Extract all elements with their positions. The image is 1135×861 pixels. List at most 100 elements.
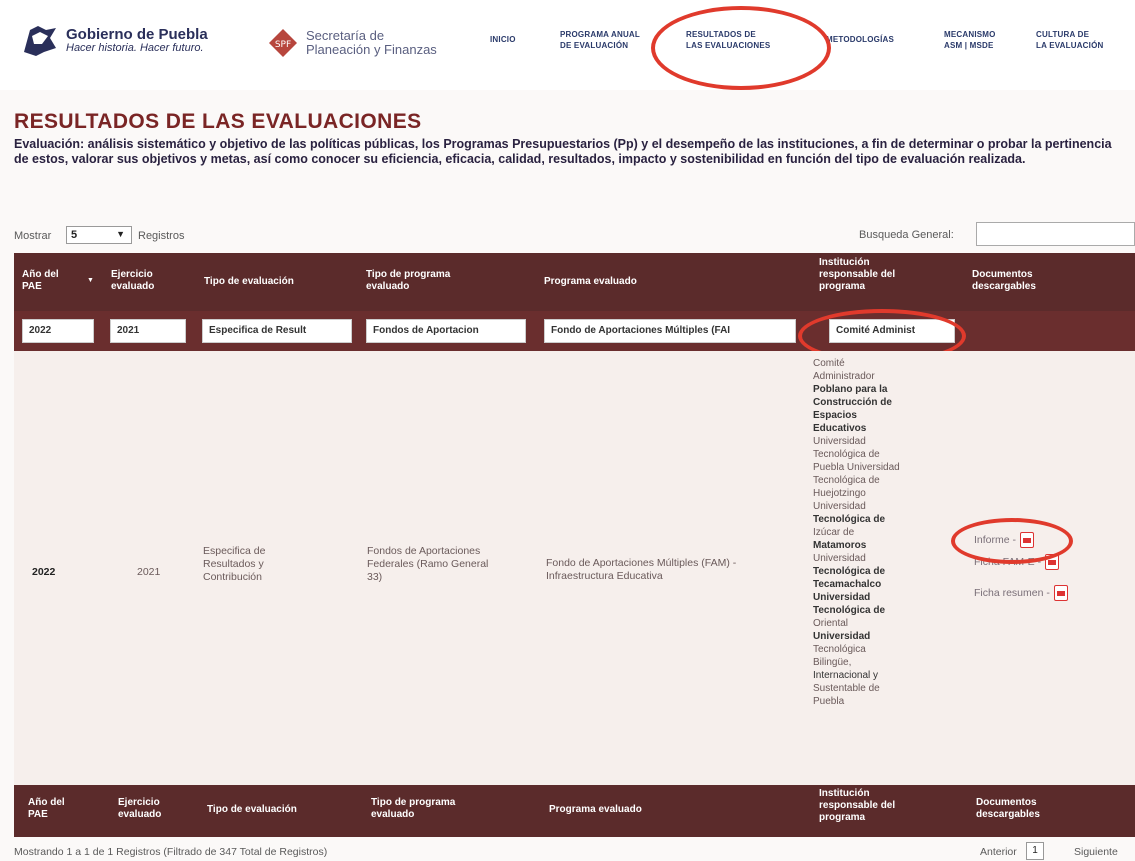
col-program-header[interactable]: Programa evaluado <box>544 276 637 288</box>
th-line: Ejercicio <box>111 269 153 280</box>
cell-year: 2022 <box>32 566 56 578</box>
institution-line: Universidad <box>813 501 866 512</box>
th-line: Documentos <box>972 269 1033 280</box>
th-line: PAE <box>22 281 42 292</box>
th-line: Año del <box>28 797 65 808</box>
th-line: evaluado <box>371 809 415 820</box>
col-exercise-header[interactable]: Ejercicio evaluado <box>111 269 154 293</box>
th-line: responsable del <box>819 800 896 811</box>
nav-cultura[interactable]: CULTURA DE LA EVALUACIÓN <box>1036 29 1104 51</box>
sort-icon[interactable]: ▼ <box>87 275 94 287</box>
col-exercise-footer: Ejercicio evaluado <box>118 797 161 821</box>
th-line: Documentos <box>976 797 1037 808</box>
institution-line: Construcción de <box>813 397 892 408</box>
nav-label-line: DE EVALUACIÓN <box>560 41 629 50</box>
th-line: programa <box>819 281 866 292</box>
institution-line: Puebla <box>813 696 845 707</box>
institution-line: Tecnológica <box>813 644 866 655</box>
records-status: Mostrando 1 a 1 de 1 Registros (Filtrado… <box>14 846 328 858</box>
institution-line: Matamoros <box>813 540 867 551</box>
cell-exercise: 2021 <box>137 566 161 578</box>
col-type-footer: Tipo de evaluación <box>207 804 297 815</box>
doc-ficha-resumen-link[interactable]: Ficha resumen - <box>974 585 1068 601</box>
filter-program-input[interactable]: Fondo de Aportaciones Múltiples (FAI <box>544 319 796 343</box>
search-input[interactable] <box>976 222 1135 246</box>
spf-diamond-icon: SPF <box>269 29 297 57</box>
annotation-circle-nav <box>651 6 831 90</box>
chevron-down-icon: ▼ <box>116 229 125 239</box>
col-type-header[interactable]: Tipo de evaluación <box>204 276 294 288</box>
logo-slogan: Hacer historia. Hacer futuro. <box>66 41 204 54</box>
th-line: responsable del <box>819 269 896 280</box>
institution-line: Tecnológica de <box>813 514 886 525</box>
th-line: Institución <box>819 257 870 268</box>
col-program-footer: Programa evaluado <box>549 804 642 815</box>
cell-type: Especifica de Resultados y Contribución <box>203 545 265 584</box>
institution-line: Educativos <box>813 423 867 434</box>
institution-line: Tecamachalco <box>813 579 882 590</box>
filter-exercise-input[interactable]: 2021 <box>110 319 186 343</box>
institution-line: Universidad <box>813 631 871 642</box>
page-1-button[interactable]: 1 <box>1026 842 1044 860</box>
institution-line: Tecnológica de <box>813 605 886 616</box>
institution-line: Internacional y <box>813 670 879 681</box>
nav-metodologias[interactable]: METODOLOGÍAS <box>826 34 894 45</box>
nav-label-line: METODOLOGÍAS <box>826 35 895 44</box>
spf-logo[interactable]: SPF Secretaría de Planeación y Finanzas <box>268 28 437 58</box>
th-line: evaluado <box>118 809 162 820</box>
next-button[interactable]: Siguiente <box>1074 846 1118 858</box>
filter-type-input[interactable]: Especifica de Result <box>202 319 352 343</box>
col-program-type-header[interactable]: Tipo de programa evaluado <box>366 269 450 293</box>
nav-inicio[interactable]: INICIO <box>490 34 516 45</box>
prev-button[interactable]: Anterior <box>980 846 1017 858</box>
nav-mecanismo[interactable]: MECANISMO ASM | MSDE <box>944 29 996 51</box>
th-line: PAE <box>28 809 48 820</box>
nav-label-line: MECANISMO <box>944 30 996 39</box>
cell-line: Contribución <box>203 571 262 583</box>
col-year-header[interactable]: Año del PAE <box>22 269 59 293</box>
cell-line: Infraestructura Educativa <box>546 570 663 582</box>
institution-line: Bilingüe, <box>813 657 852 668</box>
th-line: evaluado <box>111 281 155 292</box>
institution-line: Administrador <box>813 371 875 382</box>
th-line: programa <box>819 812 866 823</box>
table-footer-header: Año del PAE Ejercicio evaluado Tipo de e… <box>14 785 1135 837</box>
nav-label-line: CULTURA DE <box>1036 30 1090 39</box>
svg-text:SPF: SPF <box>275 40 291 50</box>
institution-line: Universidad <box>813 553 866 564</box>
records-label: Registros <box>138 230 185 242</box>
logo-title: Gobierno de Puebla <box>66 25 208 43</box>
col-institution-header[interactable]: Institución responsable del programa <box>819 257 895 293</box>
institution-line: Tecnológica de <box>813 566 886 577</box>
show-label: Mostrar <box>14 230 52 242</box>
cell-line: Federales (Ramo General <box>367 558 489 570</box>
puebla-emblem-icon <box>24 26 56 56</box>
col-docs-header[interactable]: Documentos descargables <box>972 269 1036 293</box>
institution-line: Universidad <box>813 592 871 603</box>
page-size-select[interactable]: 5 ▼ <box>66 226 132 244</box>
institution-line: Izúcar de <box>813 527 855 538</box>
col-program-type-footer: Tipo de programa evaluado <box>371 797 455 821</box>
th-line: Año del <box>22 269 59 280</box>
institution-line: Comité <box>813 358 845 369</box>
cell-line: Fondo de Aportaciones Múltiples (FAM) - <box>546 557 737 569</box>
col-year-footer: Año del PAE <box>28 797 65 821</box>
nav-programa-anual[interactable]: PROGRAMA ANUAL DE EVALUACIÓN <box>560 29 640 51</box>
col-institution-footer: Institución responsable del programa <box>819 788 895 824</box>
nav-inicio-label: INICIO <box>490 35 516 44</box>
institution-line: Universidad <box>813 436 866 447</box>
filter-year-input[interactable]: 2022 <box>22 319 94 343</box>
institution-line: Puebla Universidad <box>813 462 900 473</box>
cell-line: Fondos de Aportaciones <box>367 545 481 557</box>
gobierno-puebla-logo[interactable]: Gobierno de Puebla Hacer historia. Hacer… <box>20 22 208 58</box>
page-title: RESULTADOS DE LAS EVALUACIONES <box>14 110 422 133</box>
pdf-icon <box>1053 585 1068 601</box>
filter-program-type-input[interactable]: Fondos de Aportacion <box>366 319 526 343</box>
annotation-circle-informe <box>951 518 1073 564</box>
th-line: descargables <box>972 281 1036 292</box>
table-header: Año del PAE ▼ Ejercicio evaluado Tipo de… <box>14 253 1135 311</box>
cell-program: Fondo de Aportaciones Múltiples (FAM) - … <box>546 557 736 583</box>
nav-label-line: PROGRAMA ANUAL <box>560 30 640 39</box>
cell-institution: Comité Administrador Poblano para la Con… <box>813 357 943 708</box>
spf-line1: Secretaría de <box>306 28 385 43</box>
